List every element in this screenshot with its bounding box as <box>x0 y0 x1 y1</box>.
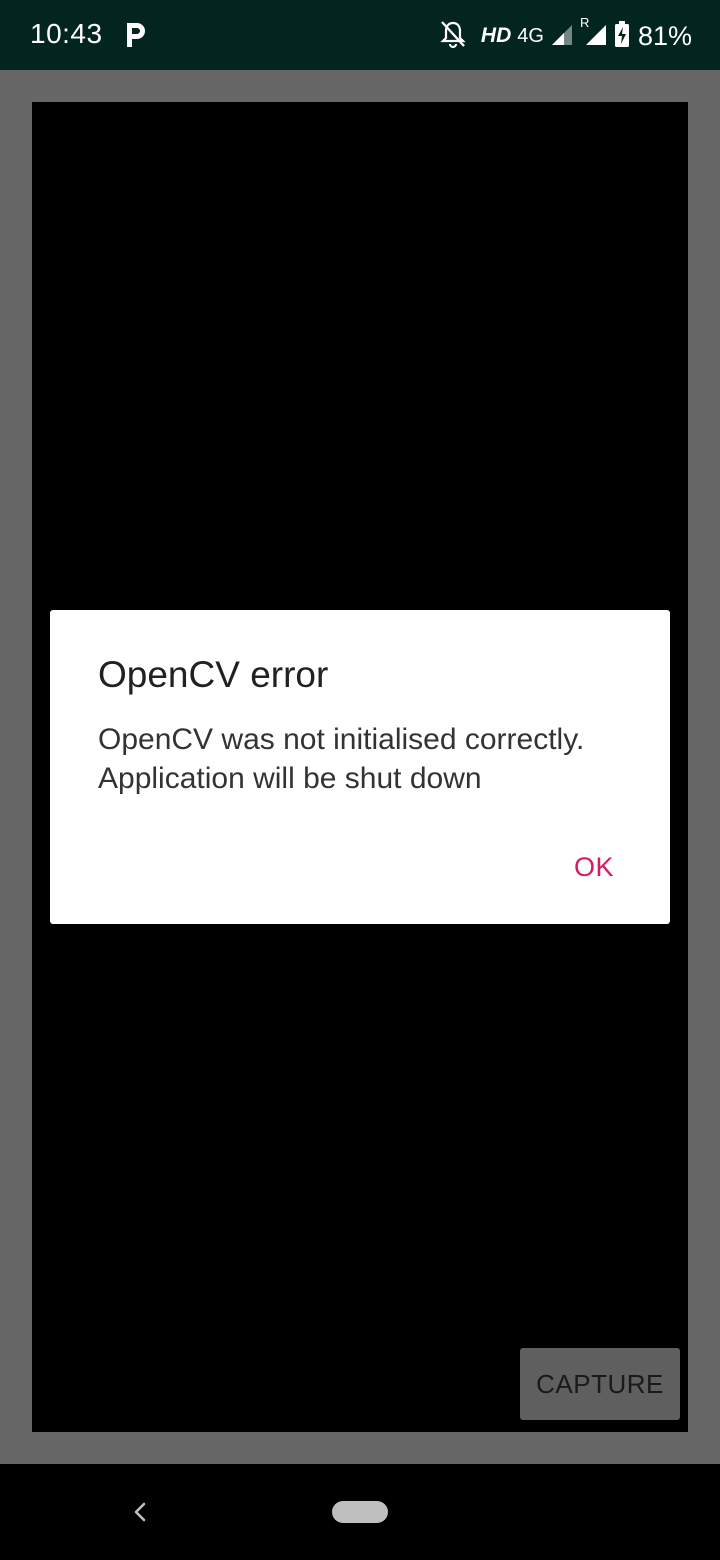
ok-button[interactable]: OK <box>566 846 622 889</box>
status-bar: 10:43 HD 4G R 81% <box>0 0 720 70</box>
capture-button[interactable]: CAPTURE <box>520 1348 680 1420</box>
home-pill-icon[interactable] <box>332 1501 388 1523</box>
hd-label: HD <box>480 24 512 47</box>
notifications-off-icon <box>439 19 467 54</box>
battery-charging-icon <box>614 20 630 53</box>
parking-app-icon <box>124 21 148 49</box>
back-icon[interactable] <box>126 1498 154 1526</box>
navigation-bar <box>0 1464 720 1560</box>
signal-roaming-icon: R <box>580 15 608 52</box>
dialog-message: OpenCV was not initialised correctly. Ap… <box>98 723 585 795</box>
roaming-label: R <box>579 14 590 30</box>
screen: 10:43 HD 4G R 81% CAPTURE OpenCV error O… <box>0 0 720 1560</box>
network-label: 4G <box>517 24 544 47</box>
battery-percent: 81% <box>637 20 692 51</box>
status-time: 10:43 <box>30 18 103 49</box>
error-dialog: OpenCV error OpenCV was not initialised … <box>50 610 670 924</box>
dialog-title: OpenCV error <box>98 654 329 695</box>
status-icons: HD 4G R 81% <box>439 15 692 56</box>
signal-icon <box>550 21 574 52</box>
